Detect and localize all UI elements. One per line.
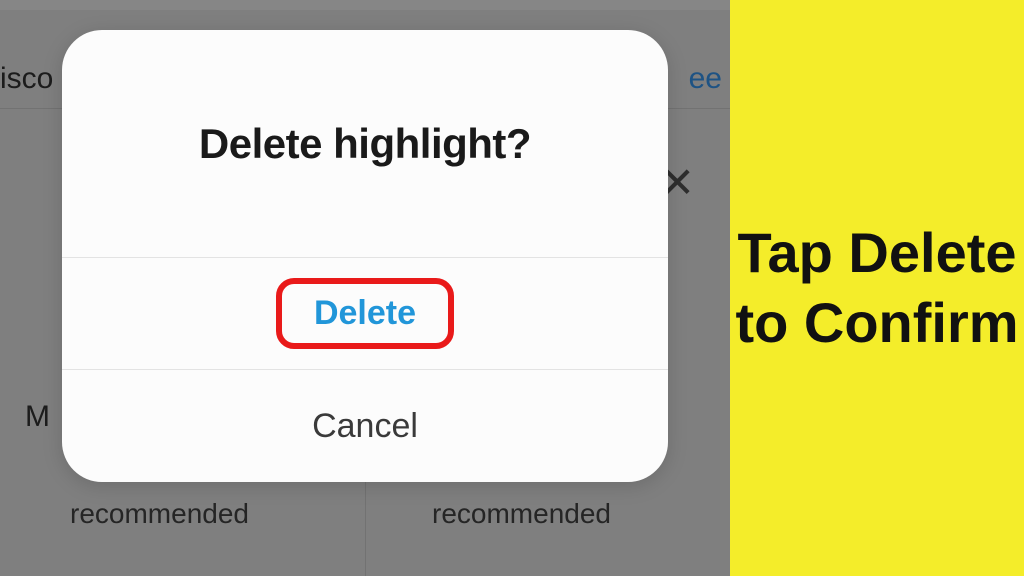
annotation-text: Tap Delete to Confirm [730, 218, 1024, 358]
confirm-dialog: Delete highlight? Delete Cancel [62, 30, 668, 482]
annotation-highlight-box: Delete [276, 278, 454, 349]
dialog-title: Delete highlight? [199, 120, 531, 168]
dialog-cancel-row[interactable]: Cancel [62, 370, 668, 482]
delete-button[interactable]: Delete [314, 294, 416, 333]
screenshot-area: isco ee ✕ M recommended recommended Dele… [0, 0, 730, 576]
annotation-panel: Tap Delete to Confirm [730, 0, 1024, 576]
dialog-header: Delete highlight? [62, 30, 668, 258]
cancel-button[interactable]: Cancel [312, 407, 418, 446]
dialog-delete-row[interactable]: Delete [62, 258, 668, 370]
